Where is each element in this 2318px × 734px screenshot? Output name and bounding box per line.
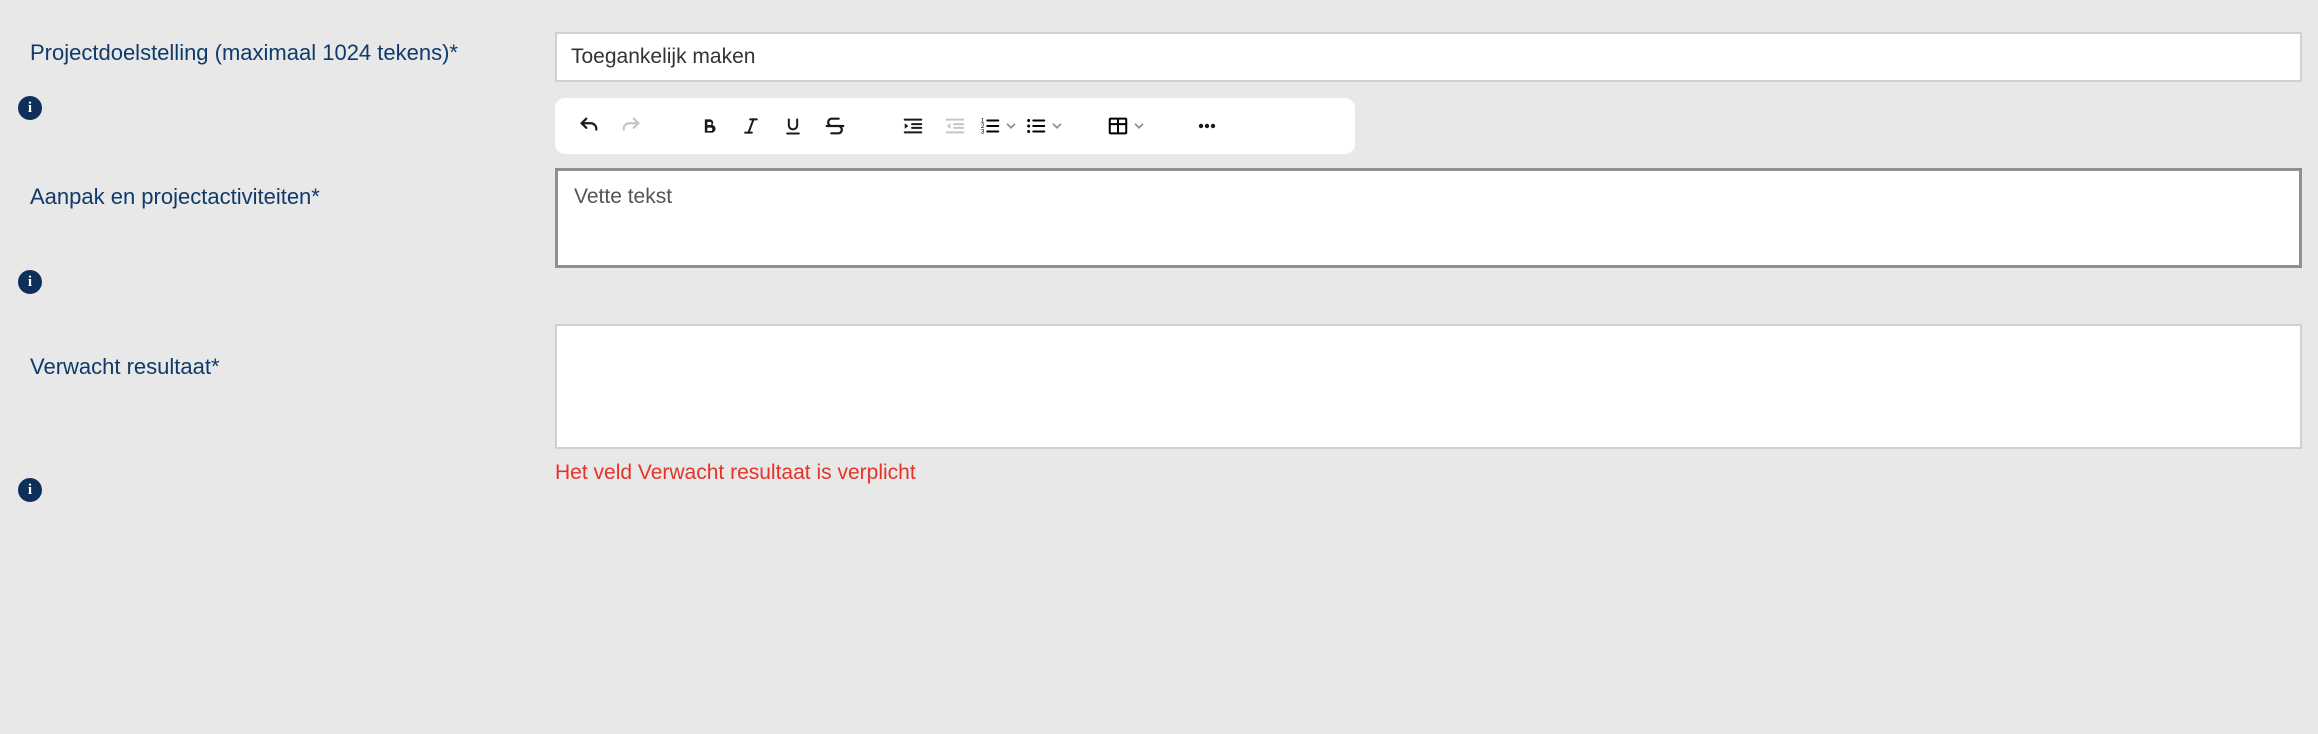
more-icon[interactable] [1187,106,1227,146]
verwacht-textarea[interactable] [555,324,2302,449]
label-col-projectdoelstelling: Projectdoelstelling (maximaal 1024 teken… [10,10,555,110]
italic-icon[interactable] [731,106,771,146]
input-col-projectdoelstelling: 123 [555,10,2308,154]
rich-text-toolbar: 123 [555,98,1355,154]
input-col-verwacht: Het veld Verwacht resultaat is verplicht [555,324,2308,485]
label-verwacht: Verwacht resultaat* [30,354,555,380]
projectdoelstelling-input[interactable] [555,32,2302,82]
strikethrough-icon[interactable] [815,106,855,146]
redo-icon[interactable] [611,106,651,146]
outdent-icon[interactable] [935,106,975,146]
info-icon[interactable]: i [18,270,42,294]
undo-icon[interactable] [569,106,609,146]
input-col-aanpak: Vette tekst [555,154,2308,268]
verwacht-error-message: Het veld Verwacht resultaat is verplicht [555,461,2302,485]
bullet-list-dropdown[interactable] [1023,106,1067,146]
svg-text:3: 3 [981,128,985,135]
aanpak-editor[interactable]: Vette tekst [555,168,2302,268]
info-icon[interactable]: i [18,96,42,120]
label-projectdoelstelling: Projectdoelstelling (maximaal 1024 teken… [30,40,555,66]
row-projectdoelstelling: Projectdoelstelling (maximaal 1024 teken… [10,10,2308,154]
info-icon[interactable]: i [18,478,42,502]
chevron-down-icon [1003,119,1019,133]
label-col-verwacht: Verwacht resultaat* i [10,324,555,484]
numbered-list-dropdown[interactable]: 123 [977,106,1021,146]
row-aanpak: Aanpak en projectactiviteiten* i Vette t… [10,154,2308,284]
label-col-aanpak: Aanpak en projectactiviteiten* i [10,154,555,284]
bold-icon[interactable] [689,106,729,146]
indent-icon[interactable] [893,106,933,146]
underline-icon[interactable] [773,106,813,146]
chevron-down-icon [1131,119,1147,133]
row-verwacht: Verwacht resultaat* i Het veld Verwacht … [10,324,2308,485]
label-aanpak: Aanpak en projectactiviteiten* [30,184,555,210]
chevron-down-icon [1049,119,1065,133]
table-dropdown[interactable] [1105,106,1149,146]
